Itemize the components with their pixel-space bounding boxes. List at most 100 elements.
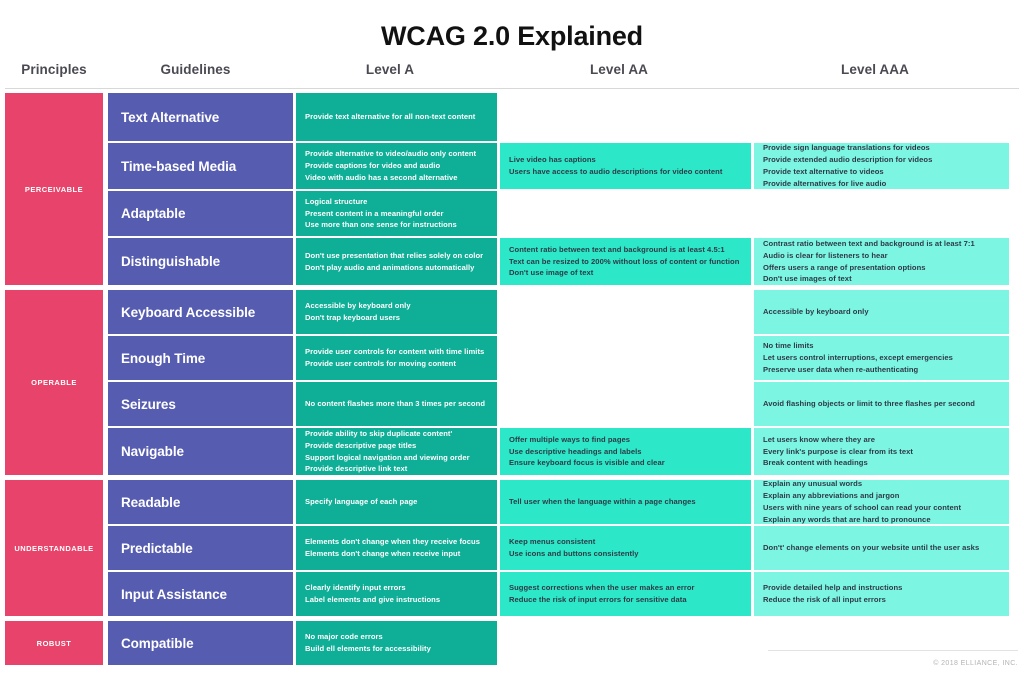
criterion-line: Provide extended audio description for v…	[763, 155, 933, 165]
principle-cell-robust[interactable]: ROBUST	[5, 621, 103, 665]
guideline-cell-input-assistance[interactable]: Input Assistance	[108, 572, 293, 616]
principle-cell-perceivable[interactable]: PERCEIVABLE	[5, 93, 103, 285]
level-a-cell-navigable[interactable]: Provide ability to skip duplicate conten…	[296, 428, 497, 475]
criterion-line: Elements don't change when they receive …	[305, 537, 480, 547]
criterion-line: No major code errors	[305, 632, 383, 642]
criterion-line: Accessible by keyboard only	[763, 307, 869, 317]
criterion-line: Contrast ratio between text and backgrou…	[763, 238, 975, 248]
principle-cell-operable[interactable]: OPERABLE	[5, 290, 103, 475]
level-a-cell-predictable[interactable]: Elements don't change when they receive …	[296, 526, 497, 570]
criterion-line: Present content in a meaningful order	[305, 208, 444, 218]
column-header-row: Principles Guidelines Level A Level AA L…	[0, 62, 1024, 88]
principle-block-understandable: UNDERSTANDABLE Readable Specify language o…	[5, 480, 1019, 616]
criterion-line: Preserve user data when re-authenticatin…	[763, 364, 919, 374]
copyright-notice: © 2018 ELLIANCE, INC.	[933, 660, 1018, 667]
guideline-row-enough-time: Enough Time Provide user controls for con…	[108, 336, 1019, 380]
level-a-cell-text-alternative[interactable]: Provide text alternative for all non-tex…	[296, 93, 497, 141]
level-aa-cell-keyboard-accessible	[500, 290, 751, 334]
criterion-line: Provide descriptive link text	[305, 464, 408, 474]
level-aa-cell-distinguishable[interactable]: Content ratio between text and backgroun…	[500, 238, 751, 285]
level-aaa-cell-seizures[interactable]: Avoid flashing objects or limit to three…	[754, 382, 1009, 426]
level-a-cell-seizures[interactable]: No content flashes more than 3 times per…	[296, 382, 497, 426]
guideline-row-seizures: Seizures No content flashes more than 3 t…	[108, 382, 1019, 426]
footer-divider	[768, 650, 1018, 651]
wcag-matrix: PERCEIVABLE Text Alternative Provide text …	[0, 93, 1024, 665]
guideline-row-readable: Readable Specify language of each page Tel…	[108, 480, 1019, 524]
level-a-cell-adaptable[interactable]: Logical structure Present content in a me…	[296, 191, 497, 236]
criterion-line: Don't trap keyboard users	[305, 313, 401, 322]
guideline-cell-distinguishable[interactable]: Distinguishable	[108, 238, 293, 285]
criterion-line: Provide user controls for content with t…	[305, 347, 485, 357]
level-aa-cell-navigable[interactable]: Offer multiple ways to find pages Use des…	[500, 428, 751, 475]
principle-cell-understandable[interactable]: UNDERSTANDABLE	[5, 480, 103, 616]
criterion-line: Don't play audio and animations automati…	[305, 262, 475, 272]
criterion-line: Don't use image of text	[509, 268, 594, 278]
level-aaa-cell-adaptable	[754, 191, 1009, 236]
level-aaa-cell-distinguishable[interactable]: Contrast ratio between text and backgrou…	[754, 238, 1009, 285]
criterion-line: Provide user controls for moving content	[305, 359, 456, 368]
level-aaa-cell-readable[interactable]: Explain any unusual words Explain any abb…	[754, 480, 1009, 524]
guideline-row-navigable: Navigable Provide ability to skip duplica…	[108, 428, 1019, 475]
guideline-cell-time-based-media[interactable]: Time-based Media	[108, 143, 293, 189]
criterion-line: Clearly identify input errors	[305, 583, 406, 593]
level-aa-cell-predictable[interactable]: Keep menus consistent Use icons and butto…	[500, 526, 751, 570]
criterion-line: Ensure keyboard focus is visible and cle…	[509, 458, 665, 468]
guideline-cell-keyboard-accessible[interactable]: Keyboard Accessible	[108, 290, 293, 334]
criterion-line: Suggest corrections when the user makes …	[509, 583, 695, 593]
criterion-line: Explain any abbreviations and jargon	[763, 491, 900, 501]
criterion-line: Build ell elements for accessibility	[305, 644, 431, 653]
criterion-line: Use icons and buttons consistently	[509, 549, 639, 558]
criterion-line: No content flashes more than 3 times per…	[305, 399, 486, 409]
column-header-principles: Principles	[21, 62, 87, 77]
guideline-row-input-assistance: Input Assistance Clearly identify input e…	[108, 572, 1019, 616]
column-header-guidelines: Guidelines	[160, 62, 231, 77]
criterion-line: Provide text alternative to videos	[763, 167, 884, 176]
guideline-row-time-based-media: Time-based Media Provide alternative to v…	[108, 143, 1019, 189]
guideline-cell-seizures[interactable]: Seizures	[108, 382, 293, 426]
guideline-cell-predictable[interactable]: Predictable	[108, 526, 293, 570]
guideline-rows: Readable Specify language of each page Tel…	[108, 480, 1019, 616]
guideline-cell-enough-time[interactable]: Enough Time	[108, 336, 293, 380]
criterion-line: Tell user when the language within a pag…	[509, 497, 696, 507]
level-aa-cell-readable[interactable]: Tell user when the language within a pag…	[500, 480, 751, 524]
criterion-line: Provide captions for video and audio	[305, 161, 441, 171]
level-aaa-cell-predictable[interactable]: Don't' change elements on your website u…	[754, 526, 1009, 570]
guideline-cell-navigable[interactable]: Navigable	[108, 428, 293, 475]
level-aa-cell-time-based-media[interactable]: Live video has captions Users have access…	[500, 143, 751, 189]
criterion-line: Offers users a range of presentation opt…	[763, 262, 926, 272]
principle-block-robust: ROBUST Compatible No major code errors Buil…	[5, 621, 1019, 665]
criterion-line: Logical structure	[305, 196, 368, 206]
level-aaa-cell-time-based-media[interactable]: Provide sign language translations for v…	[754, 143, 1009, 189]
level-a-cell-readable[interactable]: Specify language of each page	[296, 480, 497, 524]
guideline-cell-readable[interactable]: Readable	[108, 480, 293, 524]
criterion-line: No time limits	[763, 341, 814, 351]
column-header-level-aa: Level AA	[589, 62, 649, 77]
guideline-row-predictable: Predictable Elements don't change when th…	[108, 526, 1019, 570]
level-a-cell-input-assistance[interactable]: Clearly identify input errors Label eleme…	[296, 572, 497, 616]
criterion-line: Provide descriptive page titles	[305, 440, 417, 450]
level-aa-cell-input-assistance[interactable]: Suggest corrections when the user makes …	[500, 572, 751, 616]
guideline-cell-text-alternative[interactable]: Text Alternative	[108, 93, 293, 141]
level-a-cell-enough-time[interactable]: Provide user controls for content with t…	[296, 336, 497, 380]
level-aaa-cell-input-assistance[interactable]: Provide detailed help and instructions Re…	[754, 572, 1009, 616]
criterion-line: Let users know where they are	[763, 434, 876, 444]
guideline-cell-compatible[interactable]: Compatible	[108, 621, 293, 665]
level-aaa-cell-keyboard-accessible[interactable]: Accessible by keyboard only	[754, 290, 1009, 334]
level-a-cell-compatible[interactable]: No major code errors Build ell elements f…	[296, 621, 497, 665]
level-a-cell-distinguishable[interactable]: Don't use presentation that relies solel…	[296, 238, 497, 285]
level-aaa-cell-enough-time[interactable]: No time limits Let users control interrup…	[754, 336, 1009, 380]
criterion-line: Text can be resized to 200% without loss…	[509, 256, 740, 266]
criterion-line: Reduce the risk of all input errors	[763, 595, 886, 604]
criterion-line: Content ratio between text and backgroun…	[509, 244, 725, 254]
criterion-line: Accessible by keyboard only	[305, 301, 411, 311]
guideline-row-text-alternative: Text Alternative Provide text alternative…	[108, 93, 1019, 141]
criterion-line: Provide alternatives for live audio	[763, 178, 887, 188]
level-aaa-cell-navigable[interactable]: Let users know where they are Every link'…	[754, 428, 1009, 475]
level-a-cell-keyboard-accessible[interactable]: Accessible by keyboard only Don't trap ke…	[296, 290, 497, 334]
criterion-line: Every link's purpose is clear from its t…	[763, 446, 913, 456]
level-a-cell-time-based-media[interactable]: Provide alternative to video/audio only …	[296, 143, 497, 189]
guideline-rows: Compatible No major code errors Build ell …	[108, 621, 1019, 665]
guideline-cell-adaptable[interactable]: Adaptable	[108, 191, 293, 236]
guideline-row-keyboard-accessible: Keyboard Accessible Accessible by keyboar…	[108, 290, 1019, 334]
guideline-rows: Keyboard Accessible Accessible by keyboar…	[108, 290, 1019, 475]
